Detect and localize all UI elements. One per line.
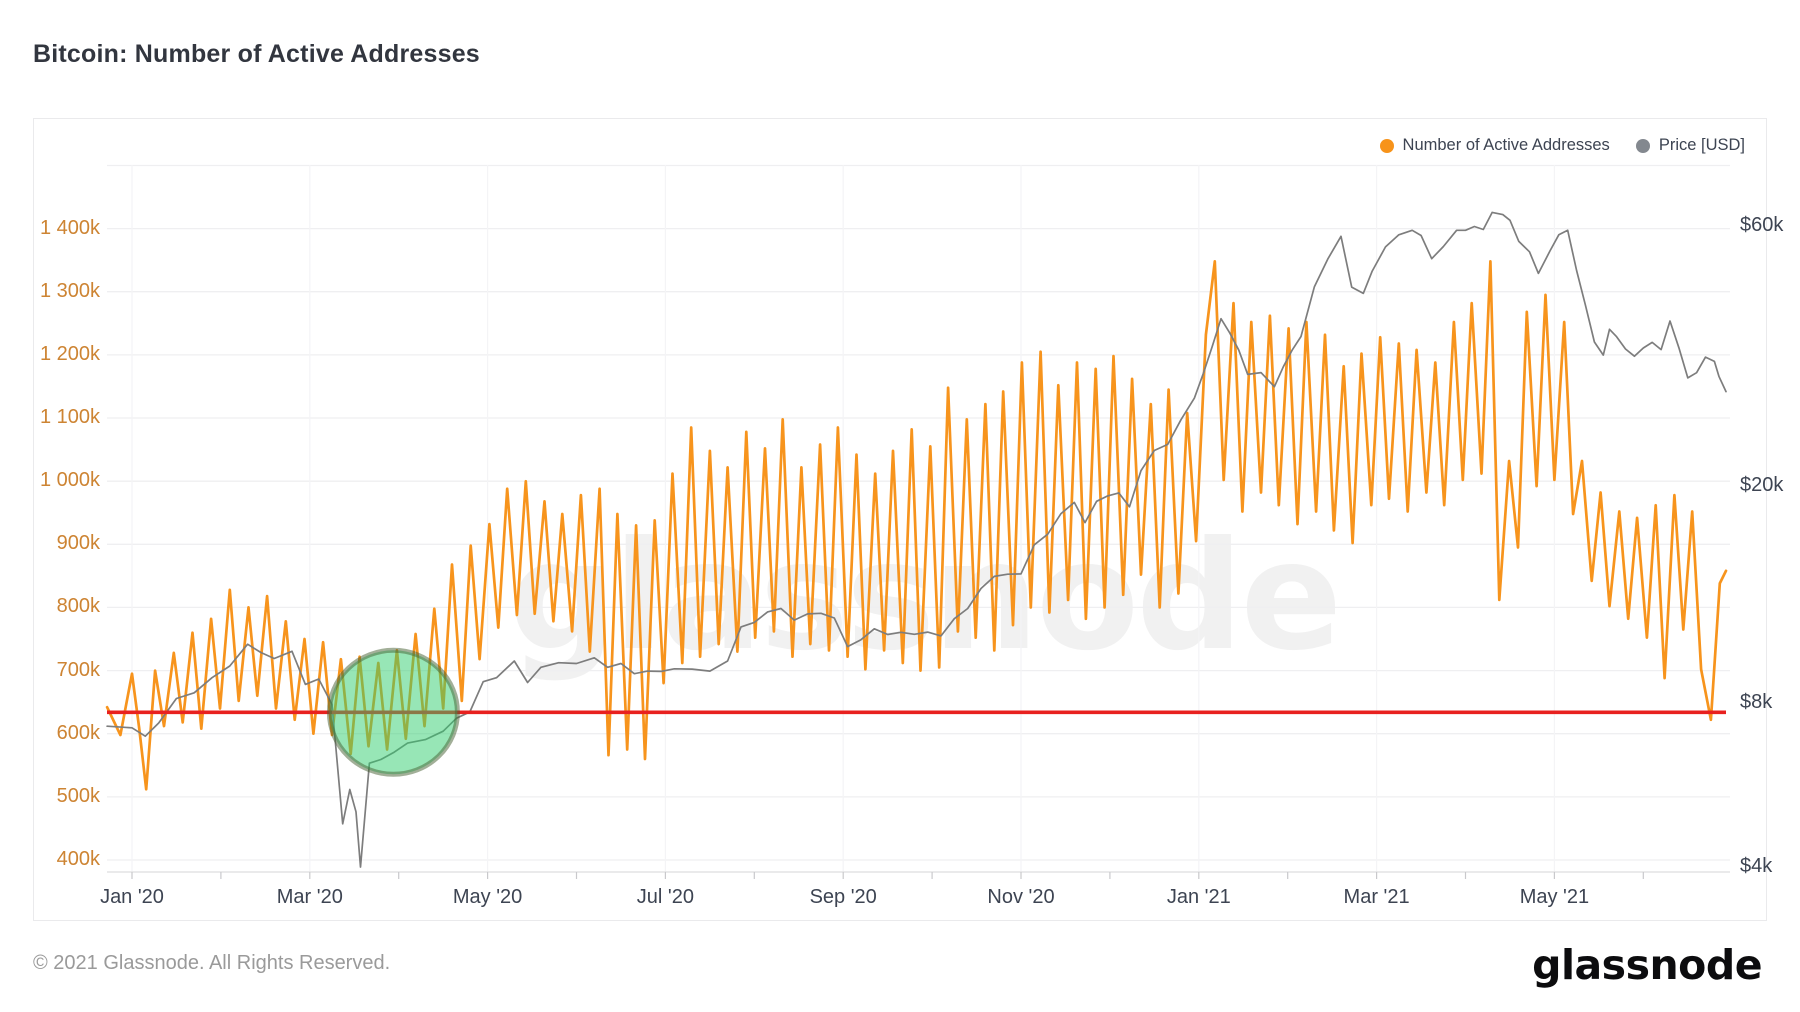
legend-item-active-addresses[interactable]: Number of Active Addresses (1380, 136, 1610, 155)
y-axis-label-left: 1 000k (20, 469, 100, 492)
y-axis-label-left: 1 200k (20, 343, 100, 366)
y-axis-label-right: $20k (1740, 474, 1783, 497)
page: Bitcoin: Number of Active Addresses glas… (0, 0, 1800, 1012)
y-axis-label-left: 1 100k (20, 406, 100, 429)
legend-item-price[interactable]: Price [USD] (1636, 136, 1745, 155)
active-addresses-dot-icon (1380, 139, 1394, 153)
copyright-text: © 2021 Glassnode. All Rights Reserved. (33, 952, 390, 975)
chart-legend: Number of Active Addresses Price [USD] (1380, 136, 1745, 155)
y-axis-label-right: $60k (1740, 214, 1783, 237)
x-axis-label: Nov '20 (987, 886, 1054, 909)
y-axis-label-right: $8k (1740, 691, 1772, 714)
y-axis-label-left: 700k (20, 659, 100, 682)
green-highlight-ellipse (329, 650, 457, 774)
y-axis-label-right: $4k (1740, 855, 1772, 878)
y-axis-label-left: 1 300k (20, 280, 100, 303)
y-axis-label-left: 400k (20, 848, 100, 871)
y-axis-label-left: 1 400k (20, 217, 100, 240)
x-axis-label: May '21 (1520, 886, 1589, 909)
x-axis-label: Jan '20 (100, 886, 164, 909)
price-dot-icon (1636, 139, 1650, 153)
x-axis-label: Jan '21 (1167, 886, 1231, 909)
y-axis-label-left: 900k (20, 532, 100, 555)
x-axis-label: Sep '20 (810, 886, 877, 909)
x-axis-label: May '20 (453, 886, 522, 909)
y-axis-label-left: 500k (20, 785, 100, 808)
y-axis-label-left: 800k (20, 595, 100, 618)
x-axis-label: Mar '20 (277, 886, 343, 909)
glassnode-logo[interactable]: glassnode (1532, 941, 1762, 989)
x-axis-label: Jul '20 (637, 886, 694, 909)
x-axis-label: Mar '21 (1344, 886, 1410, 909)
legend-label: Number of Active Addresses (1403, 136, 1610, 155)
legend-label: Price [USD] (1659, 136, 1745, 155)
y-axis-label-left: 600k (20, 722, 100, 745)
